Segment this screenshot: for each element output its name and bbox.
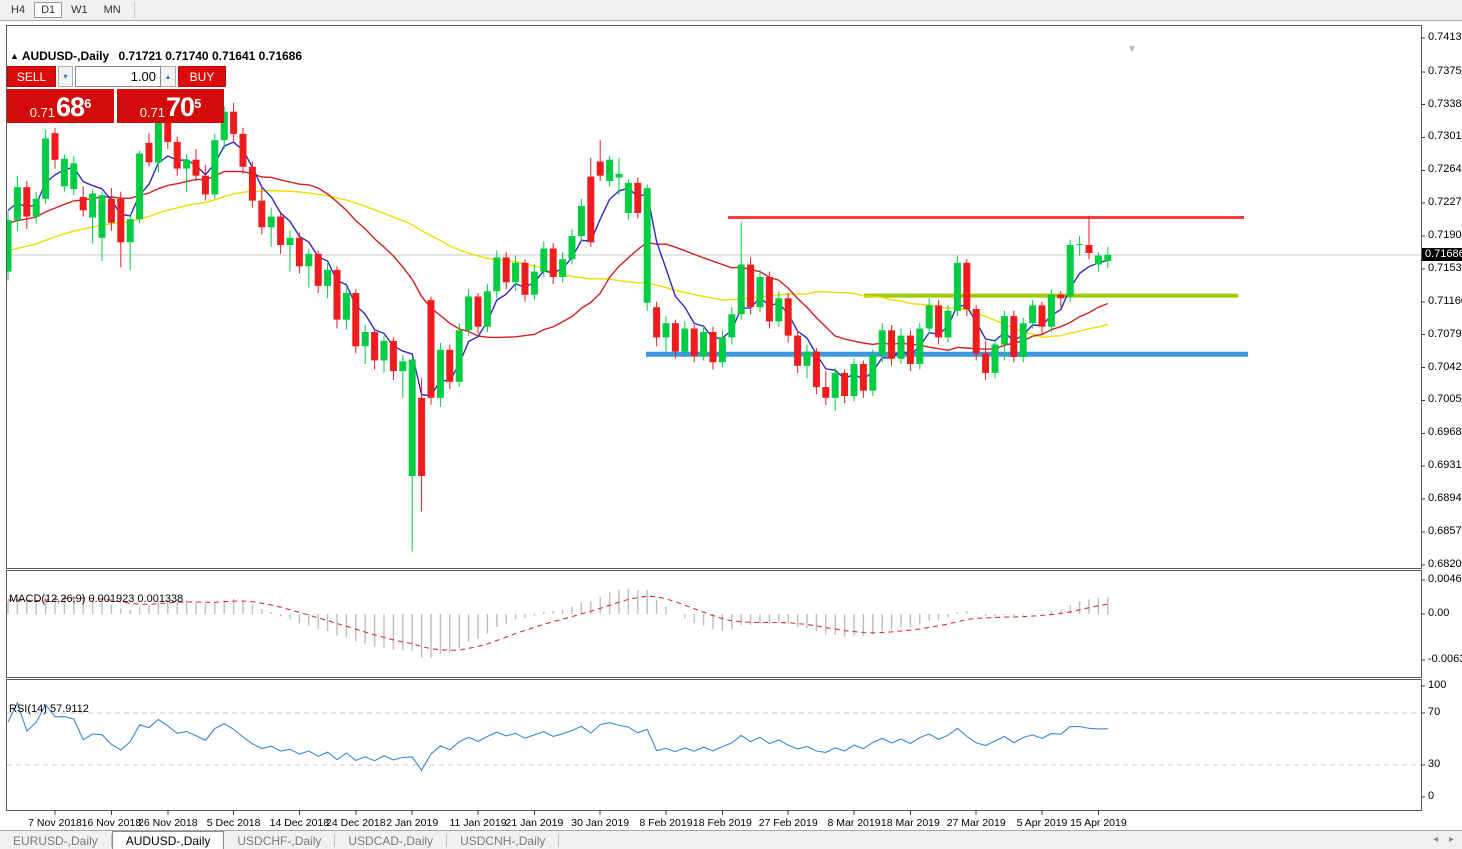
buy-price-prefix: 0.71 <box>139 105 166 120</box>
date-axis-label: 5 Apr 2019 <box>1016 817 1068 829</box>
price-axis-label: 0.69310 <box>1428 459 1462 472</box>
price-axis-label: 0.70420 <box>1428 360 1462 373</box>
price-axis-label: 0.70050 <box>1428 393 1462 406</box>
date-axis-label: 24 Dec 2018 <box>326 817 386 829</box>
buy-price-pip: 5 <box>194 96 202 111</box>
symbol-tab-bar: EURUSD-,Daily AUDUSD-,Daily USDCHF-,Daily U… <box>0 830 1462 849</box>
buy-button[interactable]: BUY <box>178 66 226 87</box>
candles-layer <box>7 102 1112 552</box>
date-axis-label: 8 Feb 2019 <box>639 817 693 829</box>
price-axis-label: 0.70790 <box>1428 327 1462 340</box>
price-chart[interactable] <box>0 21 1462 849</box>
date-axis-label: 30 Jan 2019 <box>571 817 630 829</box>
volume-decrease-button[interactable]: ▾ <box>58 66 73 87</box>
tab-scroll-arrows[interactable]: ◂ ▸ <box>1433 834 1458 845</box>
symbol-tab-eurusd[interactable]: EURUSD-,Daily <box>0 831 111 849</box>
date-axis-label: 18 Feb 2019 <box>692 817 752 829</box>
price-axis-label: 0.68200 <box>1428 557 1462 570</box>
volume-increase-button[interactable]: ▴ <box>161 66 176 87</box>
symbol-tab-audusd[interactable]: AUDUSD-,Daily <box>111 831 225 849</box>
toolbar-separator <box>133 2 135 18</box>
date-axis-label: 27 Feb 2019 <box>758 817 818 829</box>
macd-axis-label: 0.004694 <box>1428 573 1462 585</box>
price-axis-label: 0.71900 <box>1428 229 1462 242</box>
one-click-trading-panel: SELL ▾ 1.00 ▴ BUY 0.71 68 6 0.71 70 5 <box>7 66 226 123</box>
sell-price-prefix: 0.71 <box>29 105 56 120</box>
timeframe-h4-button[interactable]: H4 <box>4 2 32 18</box>
date-axis-label: 18 Mar 2019 <box>880 817 940 829</box>
price-axis-label: 0.68940 <box>1428 492 1462 505</box>
tab-divider <box>558 834 560 847</box>
rsi-axis-label: 70 <box>1428 706 1441 718</box>
date-axis-label: 5 Dec 2018 <box>206 817 261 829</box>
timeframe-w1-button[interactable]: W1 <box>64 2 95 18</box>
buy-price-box[interactable]: 0.71 70 5 <box>117 89 224 123</box>
volume-input[interactable]: 1.00 <box>75 66 161 87</box>
price-axis-label: 0.73750 <box>1428 64 1462 77</box>
sell-price-pip: 6 <box>84 96 92 111</box>
price-axis-label: 0.69680 <box>1428 426 1462 439</box>
sell-button[interactable]: SELL <box>7 66 56 87</box>
price-axis-label: 0.71160 <box>1428 294 1462 307</box>
rsi-axis-label: 100 <box>1428 679 1447 691</box>
symbol-tab-usdcnh[interactable]: USDCNH-,Daily <box>447 831 558 849</box>
price-axis-label: 0.74130 <box>1428 31 1462 43</box>
date-axis-label: 15 Apr 2019 <box>1070 817 1127 829</box>
date-axis-label: 11 Jan 2019 <box>449 817 507 829</box>
date-axis-label: 14 Dec 2018 <box>269 817 330 829</box>
date-axis-label: 8 Mar 2019 <box>827 817 881 829</box>
price-axis-label: 0.72640 <box>1428 163 1462 176</box>
chart-title: ▲ AUDUSD-,Daily 0.71721 0.71740 0.71641 … <box>10 49 302 63</box>
macd-indicator-label: MACD(12,26,9) 0.001923 0.001338 <box>9 593 184 605</box>
symbol-tab-usdchf[interactable]: USDCHF-,Daily <box>224 831 334 849</box>
price-axis-label: 0.73010 <box>1428 130 1462 143</box>
collapse-triangle-icon[interactable]: ▲ <box>10 51 19 61</box>
timeframe-d1-button[interactable]: D1 <box>34 2 63 18</box>
sell-price-box[interactable]: 0.71 68 6 <box>7 89 114 123</box>
date-axis-label: 2 Jan 2019 <box>386 817 439 829</box>
macd-axis-label: -0.00639 <box>1428 653 1462 665</box>
date-axis-label: 27 Mar 2019 <box>946 817 1006 829</box>
date-axis-label: 21 Jan 2019 <box>505 817 564 829</box>
mt4-window: H4 D1 W1 MN ▲ AUDUSD-,Daily 0.71721 0.71… <box>0 0 1462 849</box>
price-axis-label: 0.72270 <box>1428 196 1462 209</box>
sell-price-big: 68 <box>56 92 85 122</box>
price-axis-label: 0.68570 <box>1428 524 1462 537</box>
rsi-axis-label: 30 <box>1428 758 1441 770</box>
date-axis-label: 16 Nov 2018 <box>81 817 142 829</box>
rsi-axis-label: 0 <box>1428 790 1435 802</box>
current-price-badge: 0.71686 <box>1422 248 1462 262</box>
date-axis-label: 7 Nov 2018 <box>28 817 82 829</box>
timeframe-toolbar: H4 D1 W1 MN <box>0 0 1462 21</box>
date-axis-label: 26 Nov 2018 <box>138 817 198 829</box>
chart-shift-marker-icon[interactable]: ▼ <box>1127 44 1137 55</box>
rsi-indicator-label: RSI(14) 57.9112 <box>9 703 89 715</box>
macd-axis-label: 0.00 <box>1428 607 1450 619</box>
chart-canvas[interactable]: ▲ AUDUSD-,Daily 0.71721 0.71740 0.71641 … <box>0 21 1462 831</box>
chart-ohlc-values: 0.71721 0.71740 0.71641 0.71686 <box>118 49 303 63</box>
price-axis-label: 0.71530 <box>1428 261 1462 274</box>
chart-symbol-label: AUDUSD-,Daily <box>21 49 110 63</box>
timeframe-mn-button[interactable]: MN <box>97 2 128 18</box>
buy-price-big: 70 <box>166 92 195 122</box>
price-axis-label: 0.73380 <box>1428 97 1462 110</box>
symbol-tab-usdcad[interactable]: USDCAD-,Daily <box>335 831 446 849</box>
